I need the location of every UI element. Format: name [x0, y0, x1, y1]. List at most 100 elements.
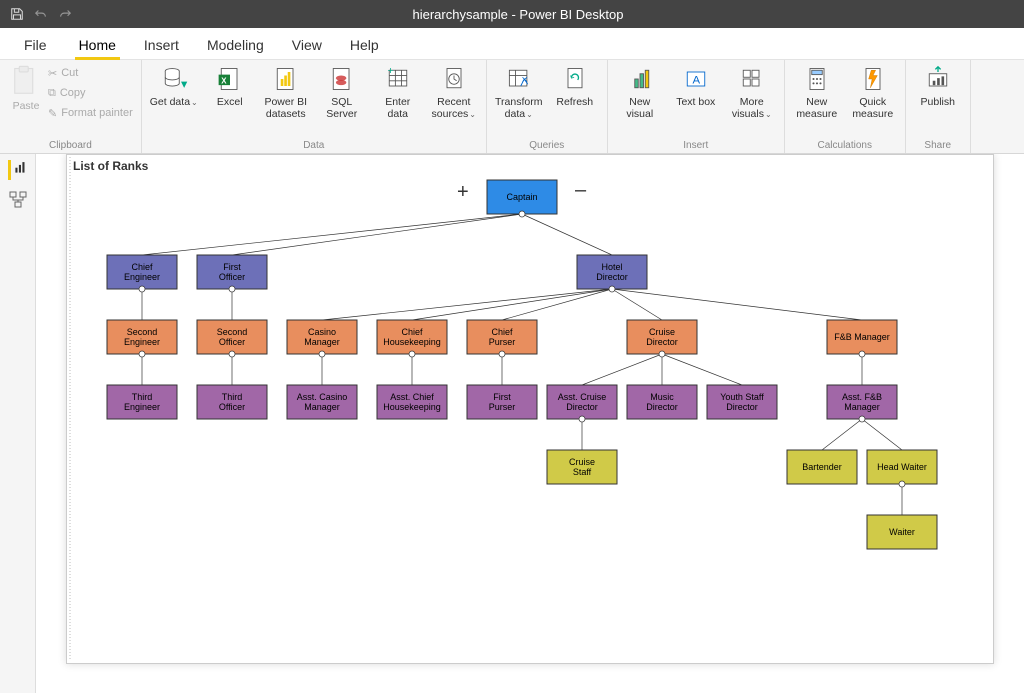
node-chief_eng[interactable]: ChiefEngineer — [107, 255, 177, 292]
svg-text:Officer: Officer — [219, 402, 245, 412]
enter-data-button[interactable]: +Enter data — [374, 64, 422, 120]
svg-text:Waiter: Waiter — [889, 527, 915, 537]
textbox-icon: A — [681, 64, 711, 94]
node-chief_purser[interactable]: ChiefPurser — [467, 320, 537, 357]
node-asst_fb[interactable]: Asst. F&BManager — [827, 385, 897, 422]
node-asst_hk[interactable]: Asst. ChiefHousekeeping — [377, 385, 447, 419]
node-chief_hk[interactable]: ChiefHousekeeping — [377, 320, 447, 357]
svg-text:Director: Director — [566, 402, 598, 412]
publish-button[interactable]: Publish — [914, 64, 962, 108]
enter-data-icon: + — [383, 64, 413, 94]
ribbon: Paste ✂Cut ⧉Copy ✎Format painter Clipboa… — [0, 60, 1024, 154]
redo-icon[interactable] — [58, 7, 72, 21]
expand-icon[interactable]: + — [457, 181, 469, 203]
svg-text:Engineer: Engineer — [124, 337, 160, 347]
node-third_off[interactable]: ThirdOfficer — [197, 385, 267, 419]
node-first_purser[interactable]: FirstPurser — [467, 385, 537, 419]
node-first_off[interactable]: FirstOfficer — [197, 255, 267, 292]
hierarchy-chart[interactable]: CaptainChiefEngineerFirstOfficerHotelDir… — [67, 155, 967, 655]
paste-button: Paste — [8, 64, 44, 112]
excel-button[interactable]: XExcel — [206, 64, 254, 108]
transform-icon — [504, 64, 534, 94]
tab-modeling[interactable]: Modeling — [193, 31, 278, 59]
brush-icon: ✎ — [48, 107, 57, 120]
recent-sources-button[interactable]: Recent sources⌄ — [430, 64, 478, 120]
text-box-button[interactable]: AText box — [672, 64, 720, 108]
quick-measure-button[interactable]: Quick measure — [849, 64, 897, 120]
svg-text:Third: Third — [132, 392, 153, 402]
tab-view[interactable]: View — [278, 31, 336, 59]
get-data-button[interactable]: ▾Get data⌄ — [150, 64, 198, 108]
svg-text:Purser: Purser — [489, 402, 516, 412]
copy-icon: ⧉ — [48, 87, 56, 100]
node-asst_casino[interactable]: Asst. CasinoManager — [287, 385, 357, 419]
more-visuals-icon — [737, 64, 767, 94]
svg-text:Engineer: Engineer — [124, 272, 160, 282]
save-icon[interactable] — [10, 7, 24, 21]
pbi-datasets-button[interactable]: Power BI datasets — [262, 64, 310, 120]
svg-text:Manager: Manager — [844, 402, 880, 412]
node-asst_cruise[interactable]: Asst. CruiseDirector — [547, 385, 617, 422]
report-view-icon[interactable] — [8, 160, 28, 180]
svg-text:Chief: Chief — [131, 262, 153, 272]
new-visual-button[interactable]: New visual — [616, 64, 664, 120]
node-casino_mgr[interactable]: CasinoManager — [287, 320, 357, 357]
node-captain[interactable]: Captain — [487, 180, 557, 217]
model-view-icon[interactable] — [8, 190, 28, 210]
svg-text:Director: Director — [596, 272, 628, 282]
group-insert: Insert — [616, 138, 776, 151]
tab-insert[interactable]: Insert — [130, 31, 193, 59]
node-head_waiter[interactable]: Head Waiter — [867, 450, 937, 487]
collapse-icon[interactable]: – — [575, 179, 587, 201]
node-hotel_dir[interactable]: HotelDirector — [577, 255, 647, 292]
svg-text:X: X — [221, 76, 227, 85]
refresh-icon — [560, 64, 590, 94]
node-youth_dir[interactable]: Youth StaffDirector — [707, 385, 777, 419]
svg-text:Bartender: Bartender — [802, 462, 842, 472]
group-data: Data — [150, 138, 478, 151]
svg-text:Asst. Casino: Asst. Casino — [297, 392, 348, 402]
svg-text:Manager: Manager — [304, 402, 340, 412]
undo-icon[interactable] — [34, 7, 48, 21]
new-measure-button[interactable]: New measure — [793, 64, 841, 120]
node-music_dir[interactable]: MusicDirector — [627, 385, 697, 419]
node-cruise_dir[interactable]: CruiseDirector — [627, 320, 697, 357]
node-cruise_staff[interactable]: CruiseStaff — [547, 450, 617, 484]
svg-text:Cruise: Cruise — [649, 327, 675, 337]
excel-icon: X — [215, 64, 245, 94]
svg-text:First: First — [223, 262, 241, 272]
node-third_eng[interactable]: ThirdEngineer — [107, 385, 177, 419]
calculator-icon — [802, 64, 832, 94]
tab-home[interactable]: Home — [65, 31, 130, 59]
svg-text:First: First — [493, 392, 511, 402]
tab-help[interactable]: Help — [336, 31, 393, 59]
group-share: Share — [914, 138, 962, 151]
publish-icon — [923, 64, 953, 94]
svg-text:Director: Director — [646, 402, 678, 412]
node-bartender[interactable]: Bartender — [787, 450, 857, 484]
transform-data-button[interactable]: Transform data⌄ — [495, 64, 543, 120]
node-fb_mgr[interactable]: F&B Manager — [827, 320, 897, 357]
quick-measure-icon — [858, 64, 888, 94]
svg-text:Purser: Purser — [489, 337, 516, 347]
svg-text:▾: ▾ — [181, 77, 187, 91]
chart-icon — [625, 64, 655, 94]
more-visuals-button[interactable]: More visuals⌄ — [728, 64, 776, 120]
sql-icon — [327, 64, 357, 94]
tab-file[interactable]: File — [6, 31, 65, 59]
svg-text:Director: Director — [646, 337, 678, 347]
report-page[interactable]: List of Ranks CaptainChiefEngineerFirstO… — [66, 154, 994, 664]
svg-text:Officer: Officer — [219, 272, 245, 282]
node-second_off[interactable]: SecondOfficer — [197, 320, 267, 357]
sql-server-button[interactable]: SQL Server — [318, 64, 366, 120]
node-second_eng[interactable]: SecondEngineer — [107, 320, 177, 357]
svg-text:Second: Second — [127, 327, 158, 337]
svg-text:Casino: Casino — [308, 327, 336, 337]
group-queries: Queries — [495, 138, 599, 151]
refresh-button[interactable]: Refresh — [551, 64, 599, 108]
node-waiter[interactable]: Waiter — [867, 515, 937, 549]
window-title: hierarchysample - Power BI Desktop — [72, 7, 964, 22]
svg-text:Housekeeping: Housekeeping — [383, 402, 441, 412]
svg-text:Staff: Staff — [573, 467, 592, 477]
group-calculations: Calculations — [793, 138, 897, 151]
